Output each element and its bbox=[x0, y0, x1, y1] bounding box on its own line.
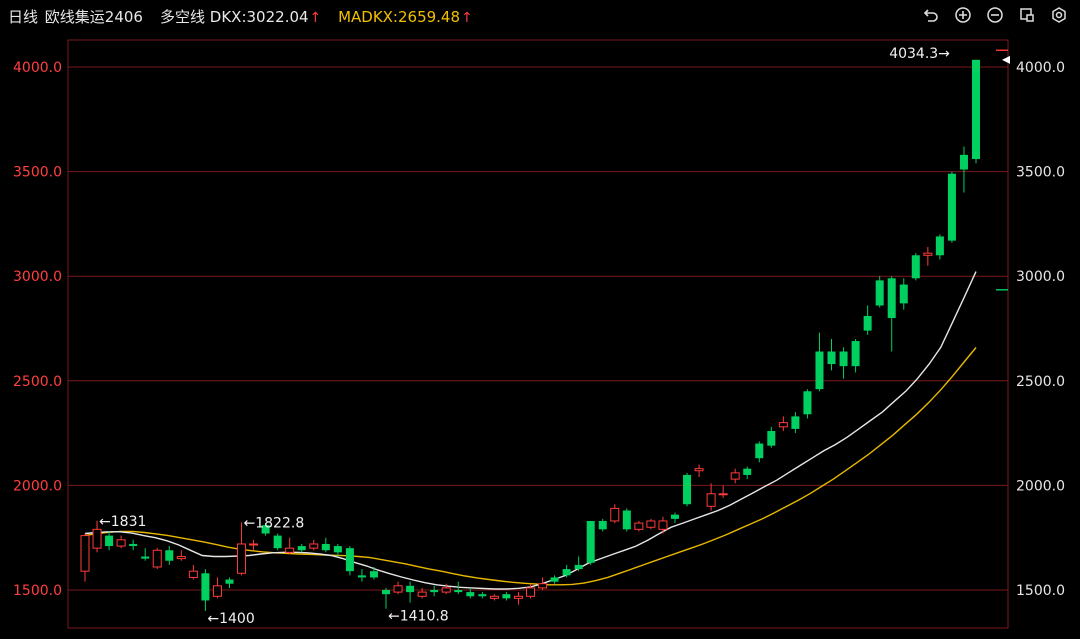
y-tick-label-left: 3000.0 bbox=[13, 269, 62, 285]
candle-body bbox=[875, 280, 884, 306]
y-tick-label-right: 4000.0 bbox=[1016, 60, 1065, 76]
candle-body bbox=[658, 520, 668, 530]
price-annotation: ←1410.8 bbox=[388, 609, 449, 625]
plot-frame bbox=[67, 39, 1009, 629]
candle-body bbox=[791, 416, 800, 429]
candle-body bbox=[778, 422, 788, 428]
candle-body bbox=[92, 528, 102, 549]
candle-body bbox=[80, 535, 90, 572]
candle-body bbox=[706, 493, 716, 507]
candle-body bbox=[116, 539, 126, 547]
y-tick-label-right: 2000.0 bbox=[1016, 478, 1065, 494]
candle-body bbox=[767, 431, 776, 446]
candle-body bbox=[237, 543, 247, 574]
candle-body bbox=[574, 564, 583, 570]
candle-body bbox=[899, 284, 908, 304]
candle-body bbox=[683, 474, 692, 505]
candle-body bbox=[105, 535, 114, 547]
candle-body bbox=[815, 351, 824, 390]
candle-body bbox=[634, 522, 644, 530]
candle-body bbox=[550, 577, 559, 582]
candle-body bbox=[478, 594, 487, 597]
y-tick-label-right: 3500.0 bbox=[1016, 165, 1065, 181]
candle-body bbox=[513, 595, 523, 599]
candle-body bbox=[851, 341, 860, 367]
candle-body bbox=[646, 520, 656, 528]
candle-body bbox=[201, 573, 210, 601]
candle-body bbox=[357, 575, 366, 578]
candle-body bbox=[249, 543, 259, 546]
candle-body bbox=[839, 351, 848, 367]
candle-body bbox=[610, 507, 620, 522]
candle-body bbox=[369, 571, 378, 578]
candle-body bbox=[176, 556, 186, 560]
candle-body bbox=[141, 556, 150, 559]
candle-body bbox=[502, 594, 511, 599]
last-price-marker-icon bbox=[1002, 55, 1010, 64]
candle-body bbox=[321, 543, 330, 551]
candle-body bbox=[129, 543, 138, 547]
candle-body bbox=[382, 590, 391, 595]
candle-body bbox=[972, 59, 980, 160]
candle-body bbox=[454, 590, 463, 593]
candle-body bbox=[466, 592, 475, 597]
candle-body bbox=[152, 549, 162, 568]
y-tick-label-left: 2500.0 bbox=[13, 374, 62, 390]
candle-body bbox=[406, 585, 415, 593]
price-annotation: 4034.3→ bbox=[889, 46, 950, 62]
candle-body bbox=[911, 255, 920, 279]
candle-body bbox=[526, 587, 535, 597]
candle-body bbox=[622, 510, 631, 530]
candle-body bbox=[538, 583, 548, 589]
candle-body bbox=[345, 548, 354, 572]
candle-body bbox=[923, 252, 933, 256]
candle-body bbox=[803, 391, 812, 415]
candle-body bbox=[598, 520, 607, 530]
candle-body bbox=[694, 468, 704, 472]
candle-body bbox=[165, 550, 174, 561]
candle-body bbox=[586, 520, 595, 563]
candle-body bbox=[863, 315, 872, 331]
y-tick-label-right: 3000.0 bbox=[1016, 269, 1065, 285]
candle-body bbox=[827, 351, 836, 365]
candle-body bbox=[935, 236, 944, 256]
candle-body bbox=[947, 173, 956, 241]
candle-body bbox=[430, 590, 439, 593]
y-tick-label-left: 3500.0 bbox=[13, 165, 62, 181]
y-tick-label-left: 1500.0 bbox=[13, 583, 62, 599]
price-annotation: ←1822.8 bbox=[244, 515, 305, 531]
madkx-line bbox=[84, 347, 977, 586]
candle-body bbox=[212, 585, 222, 597]
candle-body bbox=[489, 595, 499, 599]
candle-body bbox=[755, 443, 764, 459]
dkx-line bbox=[84, 271, 977, 590]
candle-body bbox=[670, 514, 679, 519]
y-tick-label-right: 2500.0 bbox=[1016, 374, 1065, 390]
candle-body bbox=[417, 591, 427, 597]
y-tick-label-left: 2000.0 bbox=[13, 478, 62, 494]
candle-body bbox=[718, 493, 728, 496]
y-tick-label-right: 1500.0 bbox=[1016, 583, 1065, 599]
candle-body bbox=[273, 535, 282, 549]
price-annotation: ←1400 bbox=[207, 611, 254, 627]
candle-body bbox=[333, 546, 342, 553]
candle-body bbox=[309, 543, 319, 549]
candle-body bbox=[225, 579, 234, 584]
candle-body bbox=[562, 569, 571, 576]
candle-body bbox=[188, 570, 198, 578]
candlestick-chart[interactable]: 1500.0 1500.0 2000.0 2000.0 2500.0 2500.0 3000… bbox=[0, 0, 1080, 639]
price-annotation: ←1831 bbox=[99, 514, 146, 530]
candle-body bbox=[441, 587, 451, 593]
candle-body bbox=[743, 468, 752, 475]
candle-body bbox=[393, 585, 403, 593]
candle-body bbox=[297, 546, 306, 551]
candle-body bbox=[887, 278, 896, 319]
candle-body bbox=[285, 547, 295, 553]
candle-body bbox=[730, 472, 740, 480]
candle-body bbox=[959, 154, 968, 170]
y-tick-label-left: 4000.0 bbox=[13, 60, 62, 76]
